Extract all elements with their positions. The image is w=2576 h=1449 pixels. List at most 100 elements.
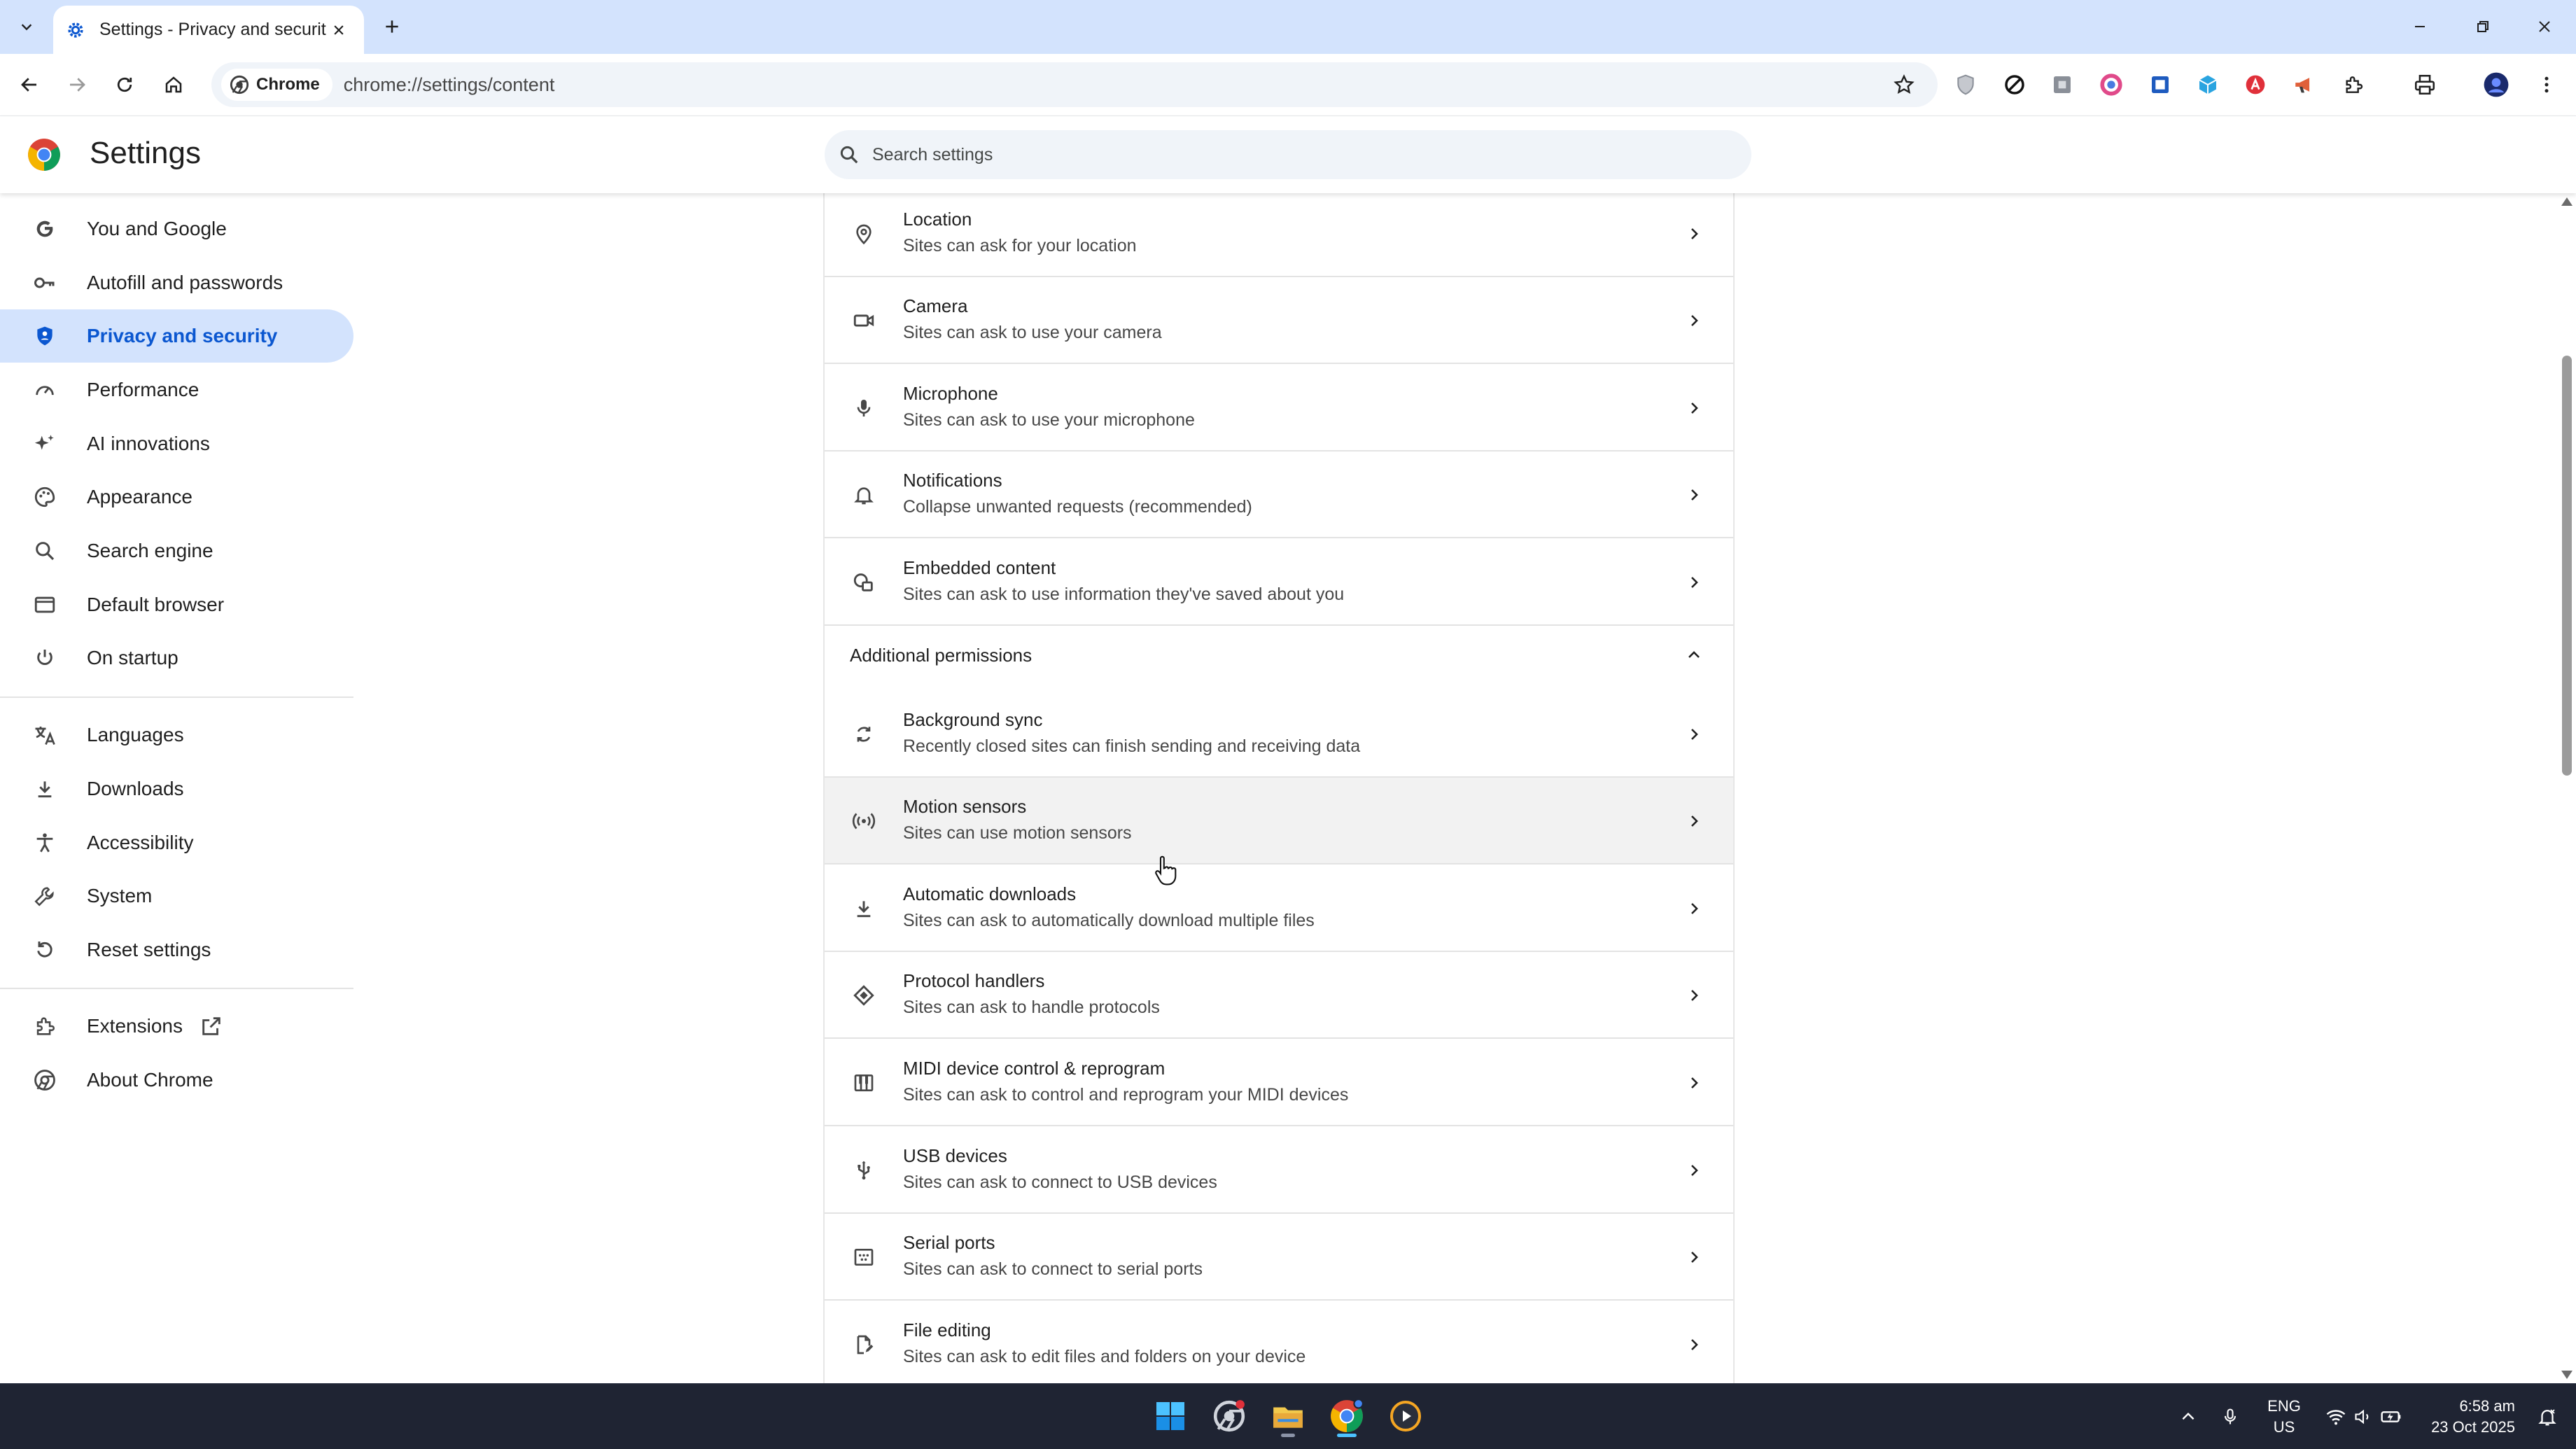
chevron-right-icon xyxy=(1681,396,1707,421)
sidebar-item-extensions[interactable]: Extensions xyxy=(0,1000,354,1053)
tab-settings[interactable]: Settings - Privacy and security xyxy=(53,6,364,54)
sidebar-item-autofill[interactable]: Autofill and passwords xyxy=(0,256,354,309)
sidebar-item-appearance[interactable]: Appearance xyxy=(0,470,354,524)
permission-row-notifications[interactable]: Notifications Collapse unwanted requests… xyxy=(825,451,1733,538)
page-scrollbar[interactable] xyxy=(2558,193,2576,1383)
row-text: Location Sites can ask for your location xyxy=(903,209,1137,255)
sidebar-item-system[interactable]: System xyxy=(0,869,354,923)
restore-button[interactable] xyxy=(2458,7,2507,46)
url-text[interactable]: chrome://settings/content xyxy=(344,74,555,96)
download-icon xyxy=(31,775,59,803)
taskbar-app-chrome-canary[interactable] xyxy=(1207,1394,1252,1438)
new-tab-button[interactable] xyxy=(375,10,409,43)
notification-center-button[interactable] xyxy=(2530,1384,2565,1449)
forward-button[interactable] xyxy=(59,66,95,103)
tab-close-button[interactable] xyxy=(326,18,351,43)
taskbar-app-chrome[interactable] xyxy=(1324,1394,1369,1438)
color-ring-extension-icon[interactable] xyxy=(2096,69,2127,100)
row-text: File editing Sites can ask to edit files… xyxy=(903,1320,1306,1366)
sidebar-item-downloads[interactable]: Downloads xyxy=(0,762,354,816)
chevron-right-icon xyxy=(1681,1070,1707,1096)
red-a-extension-icon[interactable] xyxy=(2240,69,2271,100)
shield-extension-icon[interactable] xyxy=(1950,69,1981,100)
start-button[interactable] xyxy=(1148,1394,1193,1438)
permission-row-background-sync[interactable]: Background sync Recently closed sites ca… xyxy=(825,691,1733,778)
shield-icon xyxy=(1957,74,1974,95)
tab-strip: Settings - Privacy and security xyxy=(0,0,2576,54)
sidebar-item-accessibility[interactable]: Accessibility xyxy=(0,816,354,869)
block-extension-icon[interactable] xyxy=(1999,69,2030,100)
extensions-button[interactable] xyxy=(2338,69,2369,100)
home-icon xyxy=(165,76,182,93)
profile-avatar[interactable] xyxy=(2481,69,2512,100)
cube-extension-icon[interactable] xyxy=(2192,69,2223,100)
sidebar-item-default-browser[interactable]: Default browser xyxy=(0,578,354,631)
permission-row-serial-ports[interactable]: Serial ports Sites can ask to connect to… xyxy=(825,1214,1733,1301)
puzzle-icon xyxy=(31,1012,59,1040)
blue-book-extension-icon[interactable] xyxy=(2145,69,2176,100)
additional-permissions-toggle[interactable]: Additional permissions xyxy=(825,620,1733,690)
translate-icon xyxy=(31,721,59,749)
taskbar-app-media-player[interactable] xyxy=(1383,1394,1428,1438)
sidebar-item-performance[interactable]: Performance xyxy=(0,363,354,416)
megaphone-extension-icon[interactable] xyxy=(2289,69,2320,100)
row-text: Camera Sites can ask to use your camera xyxy=(903,295,1162,342)
plus-icon xyxy=(386,20,398,33)
show-hidden-icons-button[interactable] xyxy=(2173,1384,2204,1449)
scroll-down-arrow[interactable] xyxy=(2561,1371,2572,1379)
microphone-tray-button[interactable] xyxy=(2215,1384,2246,1449)
protocol-handler-icon xyxy=(850,981,878,1009)
sidebar-item-reset[interactable]: Reset settings xyxy=(0,923,354,976)
permission-row-usb[interactable]: USB devices Sites can ask to connect to … xyxy=(825,1127,1733,1214)
close-icon xyxy=(334,24,344,35)
permission-row-motion-sensors[interactable]: Motion sensors Sites can use motion sens… xyxy=(825,778,1733,864)
taskbar-app-file-explorer[interactable] xyxy=(1266,1394,1310,1438)
chevron-right-icon xyxy=(1681,570,1707,595)
print-button[interactable] xyxy=(2409,69,2440,100)
permission-row-file-editing[interactable]: File editing Sites can ask to edit files… xyxy=(825,1301,1733,1383)
permission-row-automatic-downloads[interactable]: Automatic downloads Sites can ask to aut… xyxy=(825,865,1733,952)
tab-search-button[interactable] xyxy=(10,10,43,43)
minimize-button[interactable] xyxy=(2395,7,2444,46)
row-text: Protocol handlers Sites can ask to handl… xyxy=(903,970,1160,1017)
quick-settings-button[interactable] xyxy=(2318,1384,2409,1449)
sidebar-item-ai[interactable]: AI innovations xyxy=(0,417,354,470)
permission-row-protocol-handlers[interactable]: Protocol handlers Sites can ask to handl… xyxy=(825,952,1733,1039)
row-text: Serial ports Sites can ask to connect to… xyxy=(903,1232,1203,1279)
menu-button[interactable] xyxy=(2531,69,2562,100)
square-extension-icon[interactable] xyxy=(2047,69,2078,100)
printer-icon xyxy=(2414,74,2435,95)
restore-icon xyxy=(2477,21,2488,32)
address-bar[interactable]: Chrome chrome://settings/content xyxy=(211,62,1938,107)
reload-button[interactable] xyxy=(106,66,143,103)
region-code: US xyxy=(2273,1418,2295,1436)
search-input[interactable] xyxy=(872,144,1712,165)
bookmark-button[interactable] xyxy=(1887,68,1921,102)
app-icon xyxy=(1213,1400,1245,1432)
settings-search-box[interactable] xyxy=(825,130,1751,179)
chrome-icon xyxy=(1331,1399,1364,1432)
site-info-chip[interactable]: Chrome xyxy=(221,69,332,101)
google-g-icon xyxy=(31,215,59,243)
sidebar-item-you-and-google[interactable]: You and Google xyxy=(0,202,354,255)
sidebar-item-languages[interactable]: Languages xyxy=(0,708,354,762)
language-indicator[interactable]: ENG US xyxy=(2258,1384,2310,1449)
home-button[interactable] xyxy=(155,66,192,103)
sidebar-item-privacy[interactable]: Privacy and security xyxy=(0,309,354,363)
acrobat-icon xyxy=(2246,75,2265,94)
permission-row-camera[interactable]: Camera Sites can ask to use your camera xyxy=(825,277,1733,364)
permission-row-embedded-content[interactable]: Embedded content Sites can ask to use in… xyxy=(825,539,1733,626)
permission-row-microphone[interactable]: Microphone Sites can ask to use your mic… xyxy=(825,365,1733,451)
sidebar-item-on-startup[interactable]: On startup xyxy=(0,631,354,685)
back-button[interactable] xyxy=(11,66,48,103)
scroll-thumb[interactable] xyxy=(2562,356,2572,776)
scroll-up-arrow[interactable] xyxy=(2561,197,2572,206)
permission-row-midi[interactable]: MIDI device control & reprogram Sites ca… xyxy=(825,1040,1733,1126)
close-window-button[interactable] xyxy=(2520,7,2569,46)
row-text: Automatic downloads Sites can ask to aut… xyxy=(903,883,1315,930)
sidebar-item-about-chrome[interactable]: About Chrome xyxy=(0,1054,354,1107)
clock[interactable]: 6:58 am 23 Oct 2025 xyxy=(2421,1384,2526,1449)
sidebar-item-search-engine[interactable]: Search engine xyxy=(0,524,354,578)
permission-row-location[interactable]: Location Sites can ask for your location xyxy=(825,193,1733,277)
site-info-label: Chrome xyxy=(256,75,320,94)
